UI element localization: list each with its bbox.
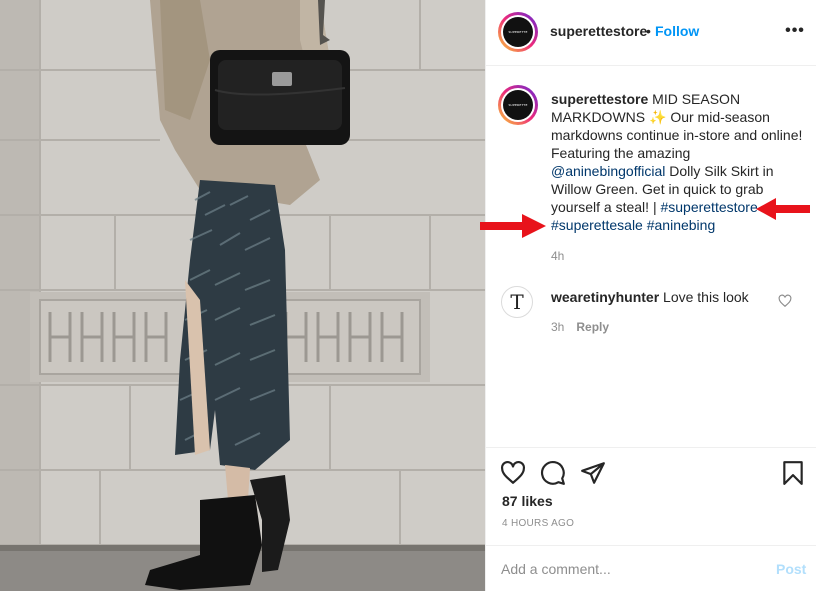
post-comment-button[interactable]: Post [776, 561, 806, 577]
header-separator: • [646, 23, 651, 39]
share-icon[interactable] [580, 460, 606, 486]
bookmark-icon[interactable] [780, 460, 806, 486]
hashtag-link[interactable]: #superettestore [660, 199, 757, 215]
avatar[interactable]: SUPERETTE [498, 12, 538, 52]
caption-username[interactable]: superettestore [551, 91, 648, 107]
annotation-arrow-right [480, 214, 546, 238]
sparkles-emoji: ✨ [649, 109, 667, 125]
caption-avatar[interactable]: SUPERETTE [498, 85, 538, 125]
add-comment-bar: Post [486, 545, 816, 591]
header-username[interactable]: superettestore [550, 23, 647, 39]
post-timestamp[interactable]: 4 HOURS AGO [502, 518, 574, 529]
avatar-logo: SUPERETTE [503, 17, 533, 47]
comment-timestamp[interactable]: 3h [551, 320, 564, 334]
comment: wearetinyhunter Love this look [551, 288, 771, 306]
comment-meta: 3h Reply [551, 320, 609, 334]
mention-link[interactable]: @aninebingofficial [551, 163, 665, 179]
reply-button[interactable]: Reply [576, 320, 609, 334]
action-bar: 87 likes 4 HOURS AGO [486, 447, 816, 545]
post-photo[interactable] [0, 0, 485, 591]
annotation-arrow-left [756, 198, 810, 220]
post-photo-image [0, 0, 485, 591]
comment-username[interactable]: wearetinyhunter [551, 289, 659, 305]
comment-icon[interactable] [540, 460, 566, 486]
commenter-avatar[interactable]: T [501, 286, 533, 318]
post-detail-panel: SUPERETTE superettestore • Follow ••• SU… [485, 0, 816, 591]
follow-button[interactable]: Follow [655, 23, 699, 39]
caption-timestamp[interactable]: 4h [551, 249, 564, 263]
add-comment-input[interactable] [501, 557, 751, 581]
post-header: SUPERETTE superettestore • Follow ••• [486, 0, 816, 66]
comment-like-heart-icon[interactable] [778, 294, 792, 308]
hashtag-link[interactable]: #aninebing [647, 217, 716, 233]
caption-avatar-logo: SUPERETTE [503, 90, 533, 120]
commenter-avatar-letter: T [510, 290, 524, 314]
hashtag-link[interactable]: #superettesale [551, 217, 643, 233]
heart-icon[interactable] [500, 460, 526, 486]
likes-count[interactable]: 87 likes [502, 493, 553, 509]
more-options-icon[interactable]: ••• [784, 20, 806, 42]
comment-text: Love this look [663, 289, 749, 305]
